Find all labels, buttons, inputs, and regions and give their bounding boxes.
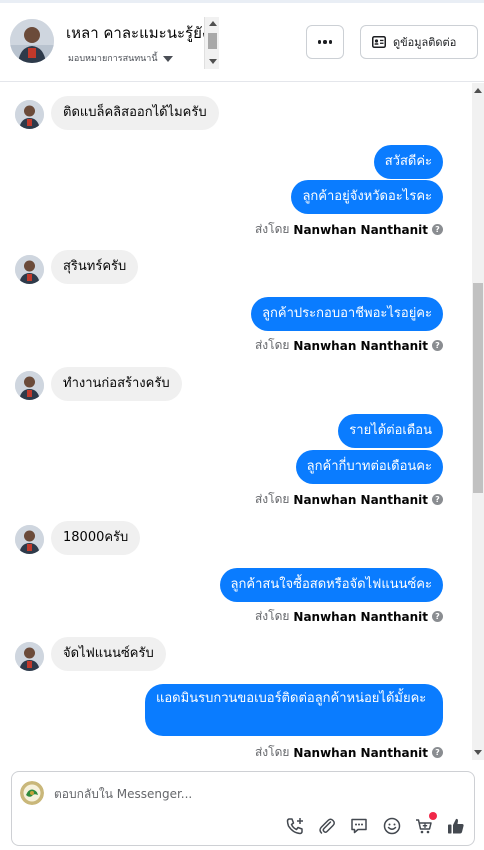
contact-name-box: เหลา คาละแมะนะรู้ยัง มอบหมายการสนทนานี้ [62,17,219,69]
reply-composer [11,771,475,846]
caret-down-icon [162,55,173,62]
sent-by-info: ส่งโดย Nanwhan Nanthanit ? [255,490,443,509]
sender-name[interactable]: Nanwhan Nanthanit [293,223,428,237]
outgoing-message[interactable]: ลูกค้ากี่บาทต่อเดือนคะ [295,450,443,484]
sent-by-prefix: ส่งโดย [254,492,290,506]
incoming-message[interactable]: สุรินทร์ครับ [51,250,139,284]
view-contact-info-button[interactable]: ดูข้อมูลติดต่อ [360,25,478,59]
view-contact-info-label: ดูข้อมูลติดต่อ [393,36,457,49]
contact-name[interactable]: เหลา คาละแมะนะรู้ยัง [66,21,209,45]
phone-plus-icon[interactable] [284,815,306,837]
emoji-icon[interactable] [381,815,403,837]
sent-by-info: ส่งโดย Nanwhan Nanthanit ? [255,607,443,626]
sent-by-info: ส่งโดย Nanwhan Nanthanit ? [255,220,443,239]
sent-by-info: ส่งโดย Nanwhan Nanthanit ? [255,336,443,355]
contact-avatar-small [15,100,44,129]
outgoing-message[interactable]: แอดมินรบกวนขอเบอร์ติดต่อลูกค้าหน่อยได้มั… [145,684,443,736]
contact-avatar-small [15,371,44,400]
outgoing-message[interactable]: ลูกค้าอยู่จังหวัดอะไรคะ [291,180,443,214]
cart-icon[interactable] [413,812,437,837]
sent-by-prefix: ส่งโดย [254,338,290,352]
help-icon[interactable]: ? [432,494,443,505]
contact-avatar-small [15,255,44,284]
help-icon[interactable]: ? [432,340,443,351]
contact-card-icon [372,36,386,48]
scroll-thumb[interactable] [208,33,217,49]
sender-name[interactable]: Nanwhan Nanthanit [293,746,428,760]
scroll-thumb[interactable] [473,283,483,493]
incoming-message[interactable]: ทำงานก่อสร้างครับ [51,367,182,401]
help-icon[interactable]: ? [432,747,443,758]
message-icon[interactable] [348,815,370,837]
contact-avatar-small [15,642,44,671]
contact-avatar-small [15,525,44,554]
sender-name[interactable]: Nanwhan Nanthanit [293,610,428,624]
sender-name[interactable]: Nanwhan Nanthanit [293,339,428,353]
scroll-down-icon[interactable] [474,750,482,755]
outgoing-message[interactable]: รายได้ต่อเดือน [338,414,443,448]
incoming-message[interactable]: 18000ครับ [51,521,141,555]
scroll-down-icon[interactable] [209,59,217,64]
sent-by-prefix: ส่งโดย [254,745,290,759]
conversation-header: เหลา คาละแมะนะรู้ยัง มอบหมายการสนทนานี้ … [0,3,484,82]
sent-by-info: ส่งโดย Nanwhan Nanthanit ? [255,743,443,760]
notification-dot [429,812,437,820]
name-scrollbar[interactable] [204,17,219,69]
help-icon[interactable]: ? [432,224,443,235]
sent-by-prefix: ส่งโดย [254,609,290,623]
scroll-up-icon[interactable] [474,88,482,93]
thumbs-up-icon[interactable] [445,815,467,837]
message-list-scrollbar[interactable] [472,83,484,760]
message-list[interactable]: ติดแบล็คลิสออกได้ไมครับ สวัสดีค่ะ ลูกค้า… [0,83,472,760]
outgoing-message[interactable]: ลูกค้าประกอบอาชีพอะไรอยู่คะ [251,297,443,331]
outgoing-message[interactable]: ลูกค้าสนใจซื้อสดหรือจัดไฟแนนซ์คะ [219,568,443,602]
paperclip-icon[interactable] [316,815,338,837]
contact-avatar[interactable] [10,19,54,63]
sender-name[interactable]: Nanwhan Nanthanit [293,493,428,507]
sent-by-prefix: ส่งโดย [254,222,290,236]
reply-input[interactable] [54,784,354,804]
more-options-button[interactable] [306,25,344,59]
more-dots-icon [317,40,333,44]
assign-label: มอบหมายการสนทนานี้ [68,54,158,64]
help-icon[interactable]: ? [432,611,443,622]
outgoing-message[interactable]: สวัสดีค่ะ [373,145,443,179]
incoming-message[interactable]: ติดแบล็คลิสออกได้ไมครับ [51,96,219,130]
scroll-up-icon[interactable] [209,21,217,26]
assign-conversation[interactable]: มอบหมายการสนทนานี้ [68,51,173,65]
incoming-message[interactable]: จัดไฟแนนซ์ครับ [51,637,166,671]
page-avatar [20,781,44,805]
